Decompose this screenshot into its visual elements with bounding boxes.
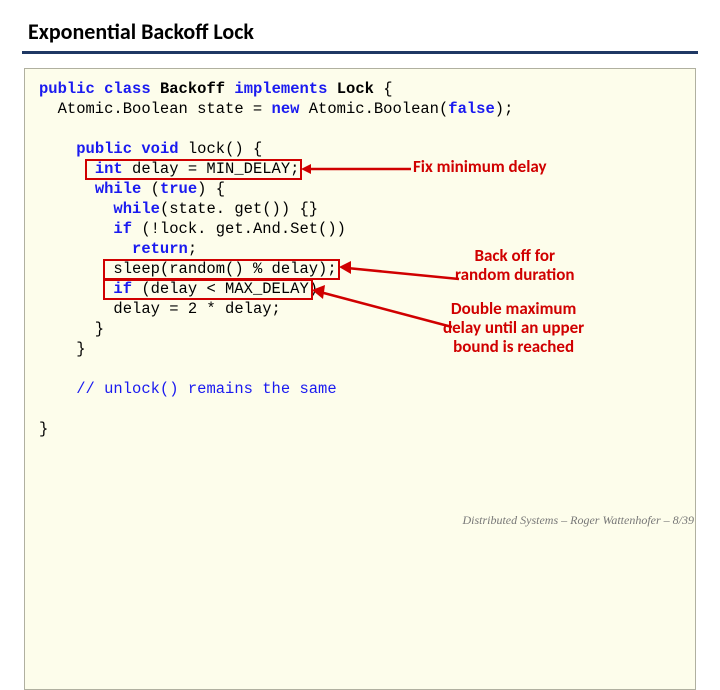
annotation-backoff: Back off for random duration <box>455 246 574 284</box>
text: (!lock. get.And.Set()) <box>132 220 346 238</box>
iface: Lock <box>337 80 374 98</box>
code-block: public class Backoff implements Lock { A… <box>24 68 696 690</box>
kw-public: public <box>39 80 95 98</box>
text: } <box>39 320 104 338</box>
kw-new: new <box>272 100 300 118</box>
arrow-1 <box>301 164 421 184</box>
text: ( <box>141 180 160 198</box>
text: Atomic.Boolean state = <box>39 100 272 118</box>
highlight-min-delay <box>85 159 302 180</box>
slide-title: Exponential Backoff Lock <box>0 0 720 51</box>
kw-implements: implements <box>234 80 327 98</box>
text: (state. get()) {} <box>160 200 318 218</box>
kw-public: public <box>76 140 132 158</box>
text: lock() { <box>179 140 263 158</box>
text: ) { <box>197 180 225 198</box>
slide-footer: Distributed Systems – Roger Wattenhofer … <box>462 513 694 528</box>
classname: Backoff <box>160 80 225 98</box>
comment: // unlock() remains the same <box>76 380 336 398</box>
text: ; <box>188 240 197 258</box>
lit-true: true <box>160 180 197 198</box>
text: { <box>374 80 393 98</box>
title-rule <box>22 51 698 54</box>
kw-class: class <box>104 80 151 98</box>
text: } <box>39 340 86 358</box>
kw-while2: while <box>113 200 160 218</box>
annotation-fix-min: Fix minimum delay <box>413 157 547 176</box>
text: ); <box>495 100 514 118</box>
kw-return: return <box>132 240 188 258</box>
kw-while: while <box>95 180 142 198</box>
highlight-sleep <box>103 259 340 280</box>
text: } <box>39 420 48 438</box>
kw-if: if <box>113 220 132 238</box>
highlight-max-delay <box>103 279 313 300</box>
code-line-delay: delay = 2 * delay; <box>113 300 280 318</box>
arrow-3 <box>312 287 462 347</box>
text: Atomic.Boolean( <box>299 100 448 118</box>
kw-void: void <box>141 140 178 158</box>
annotation-double: Double maximum delay until an upper boun… <box>443 299 584 356</box>
lit-false: false <box>448 100 495 118</box>
